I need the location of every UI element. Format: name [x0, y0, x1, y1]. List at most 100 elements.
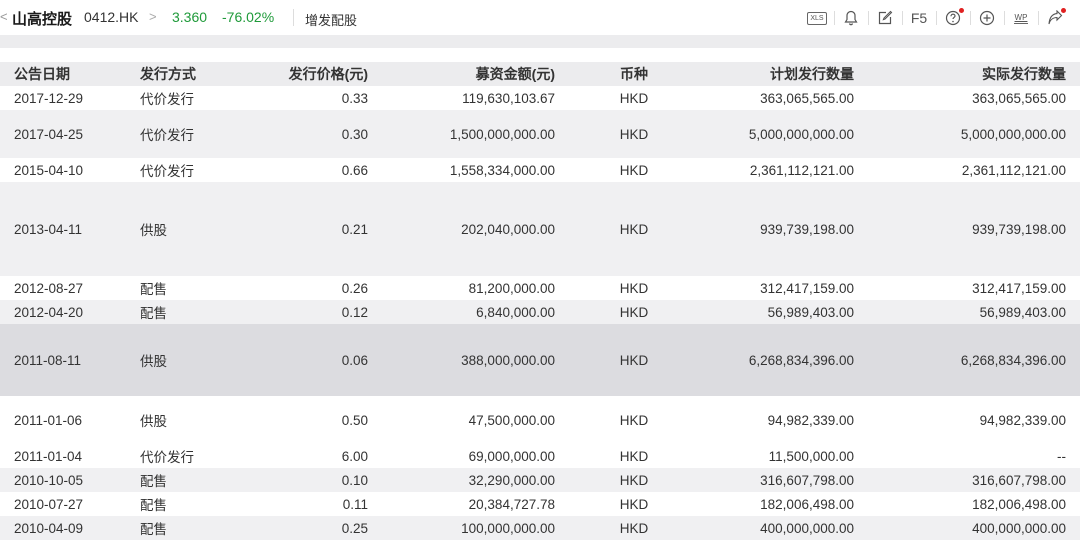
planned-qty-cell: 312,417,159.00	[760, 280, 854, 296]
col-header-planned[interactable]: 计划发行数量	[669, 62, 856, 86]
method-cell: 配售	[130, 516, 242, 540]
col-header-price[interactable]: 发行价格(元)	[242, 62, 372, 86]
currency-cell: HKD	[619, 496, 649, 512]
table-row[interactable]: 2017-12-29 代价发行 0.33 119,630,103.67 HKD 363,0…	[0, 86, 1080, 110]
method-cell: 供股	[130, 324, 242, 396]
amount-cell: 47,500,000.00	[468, 412, 555, 428]
planned-qty-cell: 11,500,000.00	[768, 448, 854, 464]
price-cell: 0.12	[242, 300, 372, 324]
table-row[interactable]: 2013-04-11 供股 0.21 202,040,000.00 HKD 939,739…	[0, 182, 1080, 276]
planned-qty-cell: 2,361,112,121.00	[749, 162, 854, 178]
divider	[293, 9, 294, 26]
toolbar: XLS F5 WP	[800, 5, 1072, 31]
export-wp-button[interactable]: WP	[1004, 6, 1038, 30]
notification-dot	[1061, 8, 1066, 13]
table-row[interactable]: 2010-10-05 配售 0.10 32,290,000.00 HKD 316,607,…	[0, 468, 1080, 492]
currency-cell: HKD	[619, 90, 649, 106]
planned-qty-cell: 56,989,403.00	[669, 300, 856, 324]
method-cell: 代价发行	[130, 444, 242, 468]
table-row[interactable]: 2011-01-04 代价发行 6.00 69,000,000.00 HKD 11,500…	[0, 444, 1080, 468]
stock-price: 3.360	[172, 9, 208, 25]
amount-cell: 1,500,000,000.00	[372, 110, 557, 158]
planned-qty-cell: 939,739,198.00	[669, 182, 856, 276]
actual-qty-cell: 5,000,000,000.00	[856, 110, 1080, 158]
planned-qty-cell: 182,006,498.00	[760, 496, 854, 512]
f5-button[interactable]: F5	[902, 6, 936, 30]
price-cell: 0.66	[341, 162, 368, 178]
actual-qty-cell: 56,989,403.00	[856, 300, 1080, 324]
price-cell: 6.00	[341, 448, 368, 464]
top-bar: < 山高控股 0412.HK > 3.360 -76.02% 增发配股 XLS …	[0, 0, 1080, 35]
col-header-amount[interactable]: 募资金额(元)	[372, 62, 557, 86]
wp-icon: WP	[1013, 12, 1029, 24]
amount-cell: 1,558,334,000.00	[449, 162, 555, 178]
planned-qty-cell: 400,000,000.00	[669, 516, 856, 540]
export-xls-button[interactable]: XLS	[800, 6, 834, 30]
planned-qty-cell: 5,000,000,000.00	[669, 110, 856, 158]
price-cell: 0.30	[242, 110, 372, 158]
col-header-actual[interactable]: 实际发行数量	[856, 62, 1080, 86]
notification-dot	[959, 8, 964, 13]
add-button[interactable]	[970, 6, 1004, 30]
amount-cell: 32,290,000.00	[372, 468, 557, 492]
table-row[interactable]: 2012-08-27 配售 0.26 81,200,000.00 HKD 312,417,…	[0, 276, 1080, 300]
date-cell: 2015-04-10	[14, 162, 84, 178]
table-row[interactable]: 2015-04-10 代价发行 0.66 1,558,334,000.00 HKD 2,3…	[0, 158, 1080, 182]
currency-cell: HKD	[619, 448, 649, 464]
price-cell: 0.33	[341, 90, 368, 106]
price-cell: 0.26	[341, 280, 368, 296]
actual-qty-cell: 400,000,000.00	[856, 516, 1080, 540]
method-cell: 配售	[130, 276, 242, 300]
table-row[interactable]: 2010-04-09 配售 0.25 100,000,000.00 HKD 400,000…	[0, 516, 1080, 540]
currency-cell: HKD	[557, 182, 669, 276]
stock-name[interactable]: 山高控股	[12, 8, 72, 29]
chevron-right-icon[interactable]: >	[149, 9, 157, 24]
table-row[interactable]: 2017-04-25 代价发行 0.30 1,500,000,000.00 HKD 5,0…	[0, 110, 1080, 158]
back-icon[interactable]: <	[0, 9, 8, 24]
table-row[interactable]: 2011-01-06 供股 0.50 47,500,000.00 HKD 94,982,3…	[0, 396, 1080, 444]
alert-button[interactable]	[834, 6, 868, 30]
actual-qty-cell: 316,607,798.00	[856, 468, 1080, 492]
planned-qty-cell: 6,268,834,396.00	[669, 324, 856, 396]
f5-label: F5	[910, 10, 928, 26]
col-header-date[interactable]: 公告日期	[0, 62, 130, 86]
actual-qty-cell: 363,065,565.00	[972, 90, 1066, 106]
stock-code[interactable]: 0412.HK	[84, 9, 138, 25]
method-cell: 供股	[130, 182, 242, 276]
method-cell: 代价发行	[130, 110, 242, 158]
amount-cell: 20,384,727.78	[468, 496, 555, 512]
help-button[interactable]	[936, 6, 970, 30]
amount-cell: 6,840,000.00	[372, 300, 557, 324]
actual-qty-cell: 939,739,198.00	[856, 182, 1080, 276]
xls-icon: XLS	[807, 11, 827, 25]
actual-qty-cell: 2,361,112,121.00	[961, 162, 1066, 178]
price-cell: 0.21	[242, 182, 372, 276]
table-row[interactable]: 2011-08-11 供股 0.06 388,000,000.00 HKD 6,268,8…	[0, 324, 1080, 396]
date-cell: 2017-04-25	[0, 110, 130, 158]
note-button[interactable]	[868, 6, 902, 30]
method-cell: 供股	[130, 396, 242, 444]
date-cell: 2011-08-11	[0, 324, 130, 396]
method-cell: 配售	[130, 300, 242, 324]
date-cell: 2012-04-20	[0, 300, 130, 324]
currency-cell: HKD	[619, 162, 649, 178]
method-cell: 配售	[130, 468, 242, 492]
amount-cell: 119,630,103.67	[462, 90, 555, 106]
price-cell: 0.25	[242, 516, 372, 540]
plus-circle-icon	[979, 10, 995, 26]
planned-qty-cell: 316,607,798.00	[669, 468, 856, 492]
amount-cell: 81,200,000.00	[468, 280, 555, 296]
currency-cell: HKD	[619, 280, 649, 296]
share-icon	[1048, 10, 1063, 25]
edit-icon	[878, 10, 893, 25]
col-header-method[interactable]: 发行方式	[130, 62, 242, 86]
date-cell: 2011-01-04	[14, 448, 83, 464]
col-header-currency[interactable]: 币种	[557, 62, 669, 86]
currency-cell: HKD	[557, 324, 669, 396]
amount-cell: 202,040,000.00	[372, 182, 557, 276]
share-button[interactable]	[1038, 6, 1072, 30]
table-row[interactable]: 2012-04-20 配售 0.12 6,840,000.00 HKD 56,989,40…	[0, 300, 1080, 324]
bell-icon	[844, 10, 858, 26]
table-row[interactable]: 2010-07-27 配售 0.11 20,384,727.78 HKD 182,006,…	[0, 492, 1080, 516]
actual-qty-cell: 94,982,339.00	[979, 412, 1066, 428]
